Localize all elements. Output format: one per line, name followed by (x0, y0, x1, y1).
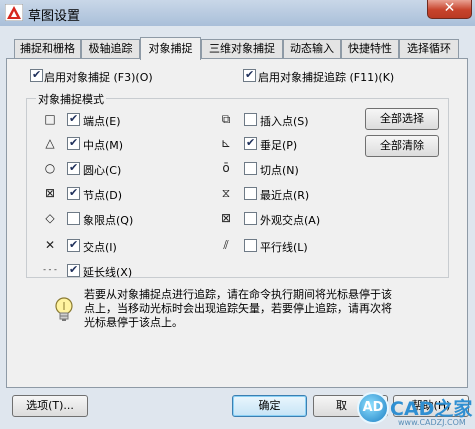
parallel-checkbox[interactable] (244, 239, 257, 252)
node-icon: ⊠ (44, 186, 56, 200)
quadrant-label: 象限点(Q) (83, 214, 134, 227)
tab-snap-grid[interactable]: 捕捉和栅格 (14, 39, 81, 59)
intersection-label: 交点(I) (83, 241, 117, 254)
enable-tracking-label: 启用对象捕捉追踪 (F11)(K) (258, 71, 395, 84)
parallel-icon: ⫽ (223, 238, 229, 252)
endpoint-checkbox[interactable] (67, 112, 80, 126)
apparent-intersection-checkbox[interactable] (244, 212, 257, 225)
extension-icon: - - - (43, 265, 57, 274)
ok-button[interactable]: 确定 (232, 395, 307, 417)
enable-tracking-checkbox[interactable] (243, 68, 256, 82)
title-bar[interactable]: 草图设置 ✕ (0, 0, 475, 26)
clear-all-button[interactable]: 全部清除 (365, 135, 439, 157)
apparent-intersection-label: 外观交点(A) (260, 214, 321, 227)
watermark-text: CAD之家 (390, 398, 473, 420)
autocad-app-icon (5, 4, 23, 21)
quadrant-icon: ◇ (45, 211, 55, 225)
apparent-intersection-icon: ⊠ (220, 211, 232, 225)
nearest-label: 最近点(R) (260, 189, 310, 202)
center-label: 圆心(C) (83, 164, 122, 177)
center-checkbox[interactable] (67, 161, 80, 175)
intersection-checkbox[interactable] (67, 238, 80, 252)
dialog-window: 草图设置 ✕ 捕捉和栅格 极轴追踪 对象捕捉 三维对象捕捉 动态输入 快捷特性 … (0, 0, 475, 429)
extension-checkbox[interactable] (67, 263, 80, 277)
insertion-checkbox[interactable] (244, 113, 257, 126)
quadrant-checkbox[interactable] (67, 212, 80, 225)
select-all-button[interactable]: 全部选择 (365, 108, 439, 130)
snap-modes-group-title: 对象捕捉模式 (36, 91, 106, 107)
extension-label: 延长线(X) (83, 266, 133, 279)
tracking-hint-text: 若要从对象捕捉点进行追踪，请在命令执行期间将光标悬停于该点上，当移动光标时会出现… (84, 288, 392, 329)
nearest-checkbox[interactable] (244, 187, 257, 200)
intersection-icon: ✕ (44, 238, 56, 252)
watermark-logo-icon: AD (357, 392, 389, 424)
enable-osnap-label: 启用对象捕捉 (F3)(O) (44, 71, 153, 84)
lightbulb-icon (55, 297, 73, 321)
midpoint-label: 中点(M) (83, 139, 124, 152)
midpoint-icon: △ (45, 136, 55, 150)
options-button[interactable]: 选项(T)... (12, 395, 88, 417)
insertion-icon: ⧉ (221, 112, 231, 126)
window-title: 草图设置 (28, 9, 81, 24)
tab-3d-object-snap[interactable]: 三维对象捕捉 (201, 39, 283, 59)
nearest-icon: ⧖ (221, 186, 231, 200)
perpendicular-checkbox[interactable] (244, 136, 257, 150)
insertion-label: 插入点(S) (260, 115, 309, 128)
tab-quick-properties[interactable]: 快捷特性 (341, 39, 399, 59)
tab-polar-tracking[interactable]: 极轴追踪 (81, 39, 140, 59)
node-label: 节点(D) (83, 189, 123, 202)
close-button[interactable]: ✕ (427, 0, 472, 19)
perpendicular-label: 垂足(P) (260, 139, 298, 152)
endpoint-label: 端点(E) (83, 115, 121, 128)
tangent-icon: ō (222, 161, 230, 175)
perpendicular-icon: ⊾ (220, 136, 232, 150)
node-checkbox[interactable] (67, 186, 80, 200)
parallel-label: 平行线(L) (260, 241, 308, 254)
enable-osnap-checkbox[interactable] (30, 68, 43, 82)
tab-dynamic-input[interactable]: 动态输入 (283, 39, 341, 59)
endpoint-icon: □ (44, 112, 56, 126)
tab-selection-cycling[interactable]: 选择循环 (399, 39, 459, 59)
tangent-label: 切点(N) (260, 164, 299, 177)
watermark-url: www.CADZJ.COM (398, 418, 466, 427)
tangent-checkbox[interactable] (244, 162, 257, 175)
center-icon: ○ (44, 161, 56, 175)
midpoint-checkbox[interactable] (67, 136, 80, 150)
tab-object-snap[interactable]: 对象捕捉 (140, 37, 201, 60)
